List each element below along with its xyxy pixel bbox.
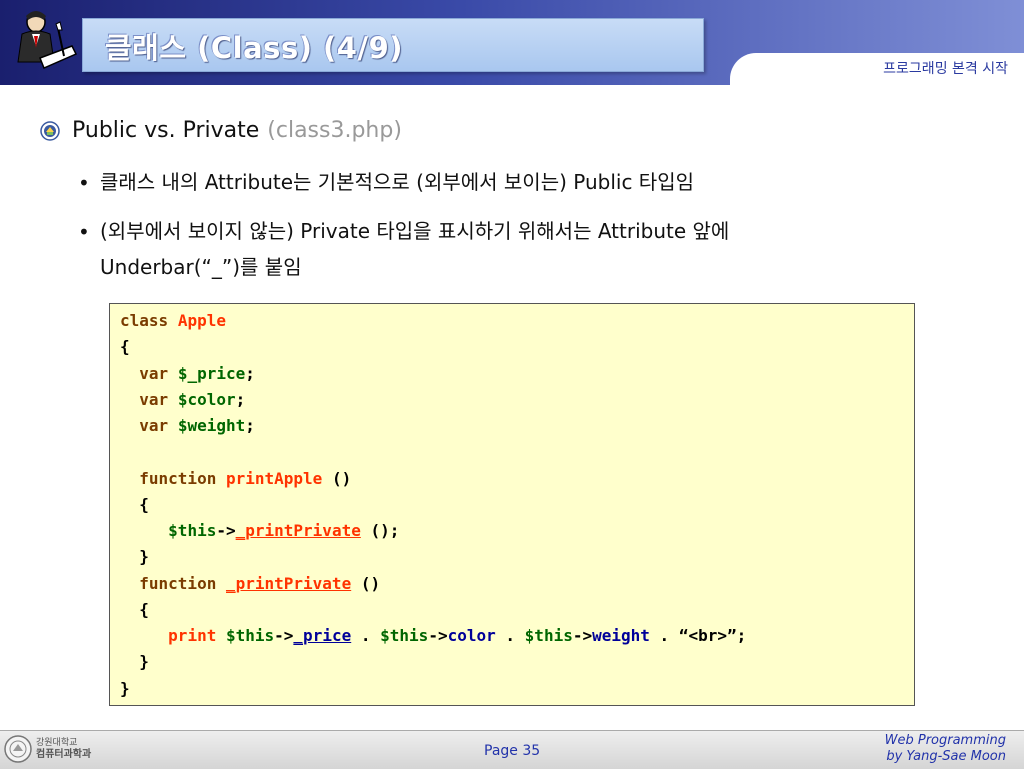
bullet-sub-2-line2: Underbar(“_”)를 붙임	[100, 255, 302, 279]
title-box: 클래스 (Class) (4/9)	[82, 18, 704, 72]
code-line: function printApple ()	[139, 468, 352, 488]
code-line: {	[139, 494, 149, 514]
bullet-dot: •	[78, 171, 90, 195]
code-line: class Apple	[120, 311, 226, 330]
code-listing: class Apple { var $_price; var $color; v…	[120, 308, 746, 702]
bullet-dot: •	[78, 220, 90, 244]
course-tag: 프로그래밍 본격 시작	[883, 61, 1008, 77]
code-line: print $this->_price . $this->color . $th…	[168, 626, 747, 645]
footer-logo: 강원대학교 컴퓨터과학과	[4, 734, 100, 764]
university-seal-icon	[4, 735, 32, 763]
bullet-sub-1-text: 클래스 내의 Attribute는 기본적으로 (외부에서 보이는) Publi…	[100, 170, 695, 194]
credit-course: Web Programming	[884, 733, 1006, 748]
code-line: var $weight;	[139, 416, 255, 435]
bullet-main: Public vs. Private (class3.php)	[40, 118, 402, 143]
clerk-writing-logo-icon	[17, 11, 78, 69]
page-number: Page 35	[484, 743, 541, 759]
code-line: var $_price;	[139, 363, 255, 383]
bullet-main-filename: (class3.php)	[267, 118, 402, 143]
code-line: function _printPrivate ()	[139, 573, 381, 593]
credit: Web Programming by Yang-Sae Moon	[885, 733, 1006, 765]
code-line: var $color;	[139, 389, 246, 409]
bullet-sub-2-text: (외부에서 보이지 않는) Private 타입을 표시하기 위해서는 Attr…	[100, 213, 940, 285]
school-name: 강원대학교 컴퓨터과학과	[36, 738, 92, 760]
code-line: {	[120, 337, 130, 357]
code-line: }	[139, 652, 149, 672]
code-line: }	[139, 547, 149, 567]
code-listing-box: class Apple { var $_price; var $color; v…	[109, 303, 915, 706]
page-title: 클래스 (Class) (4/9)	[105, 31, 404, 65]
university-emblem-bullet-icon	[40, 120, 60, 141]
credit-author: by Yang-Sae Moon	[886, 749, 1006, 764]
bullet-sub-2-line1: (외부에서 보이지 않는) Private 타입을 표시하기 위해서는 Attr…	[100, 219, 730, 243]
code-line: $this->_printPrivate ();	[168, 521, 400, 540]
code-line: {	[139, 599, 149, 619]
code-line: }	[120, 678, 130, 698]
bullet-main-label: Public vs. Private	[72, 118, 260, 143]
